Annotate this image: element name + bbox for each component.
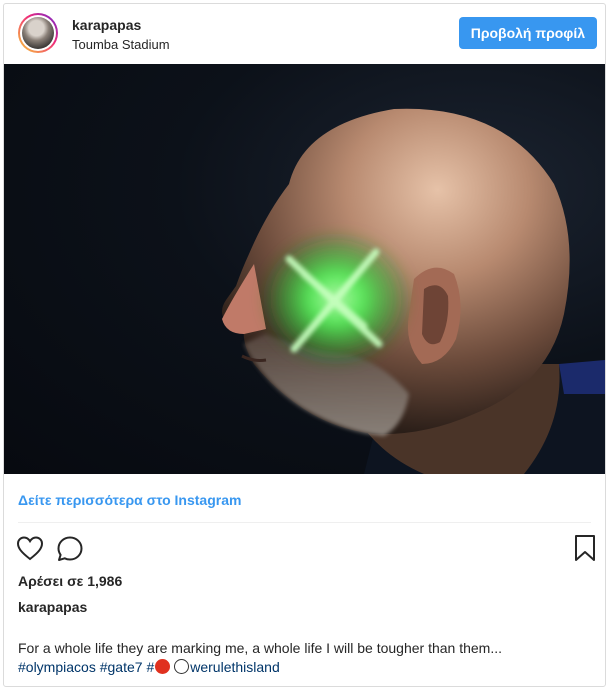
likes-count[interactable]: Αρέσει σε 1,986 [18,573,122,589]
comment-icon[interactable] [56,535,84,563]
see-more-on-instagram-link[interactable]: Δείτε περισσότερα στο Instagram [18,492,241,508]
location[interactable]: Toumba Stadium [72,37,170,52]
post-photo-illustration [222,108,605,474]
caption-hashtags: #olympiacos #gate7 # werulethisland [18,659,280,675]
red-circle-icon [155,659,171,674]
caption-username[interactable]: karapapas [18,599,87,615]
hashtag-prefix: # [146,659,155,675]
white-circle-icon [174,659,190,674]
heart-icon[interactable] [16,535,44,561]
username[interactable]: karapapas [72,17,141,33]
avatar-image [22,17,54,49]
view-profile-button[interactable]: Προβολή προφίλ [458,17,597,49]
divider [18,522,591,523]
hashtag-suffix: werulethisland [190,659,280,675]
hashtag-werulethisland[interactable]: # werulethisland [146,659,280,675]
post-photo[interactable] [4,64,605,474]
post-header: karapapas Toumba Stadium Προβολή προφίλ [4,4,605,64]
avatar[interactable] [18,13,58,53]
instagram-embed-card: karapapas Toumba Stadium Προβολή προφίλ [3,3,606,687]
bookmark-icon[interactable] [573,534,597,562]
caption-text: For a whole life they are marking me, a … [18,640,503,656]
hashtag-gate7[interactable]: #gate7 [100,659,143,675]
hashtag-olympiacos[interactable]: #olympiacos [18,659,96,675]
